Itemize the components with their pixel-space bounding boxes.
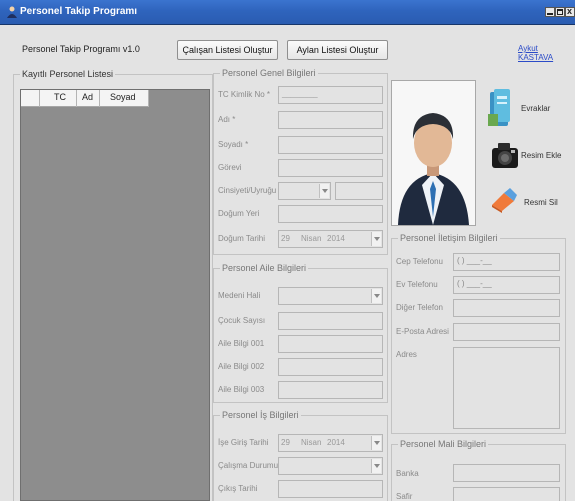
create-monthly-list-button[interactable]: Aylan Listesi Oluştur: [287, 40, 388, 60]
app-version-label: Personel Takip Programı v1.0: [22, 44, 140, 54]
chevron-down-icon: [371, 436, 381, 450]
salary-label: Safir: [396, 492, 413, 501]
surname-label: Soyadı *: [218, 140, 249, 149]
birthdate-year: 2014: [327, 234, 345, 243]
chevron-down-icon: [319, 184, 329, 198]
marital-status-label: Medeni Hali: [218, 291, 261, 300]
mobile-phone-label: Cep Telefonu: [396, 257, 443, 266]
birthplace-input[interactable]: [278, 205, 383, 223]
work-info-title: Personel İş Bilgileri: [220, 410, 301, 420]
documents-icon[interactable]: [488, 88, 512, 128]
birthdate-day: 29: [281, 234, 290, 243]
minimize-button[interactable]: [545, 7, 555, 17]
person-avatar-icon: [398, 113, 469, 225]
chevron-down-icon: [371, 232, 381, 246]
mobile-phone-mask: ( ) ___-__: [457, 256, 492, 265]
add-photo-label[interactable]: Resim Ekle: [521, 151, 561, 160]
work-status-label: Çalışma Durumu: [218, 461, 279, 470]
start-date-month: Nisan: [301, 438, 322, 447]
column-header-surname[interactable]: Soyad: [110, 92, 136, 102]
name-input[interactable]: [278, 111, 383, 129]
address-label: Adres: [396, 350, 417, 359]
other-phone-input[interactable]: [453, 299, 560, 317]
bank-input[interactable]: [453, 464, 560, 482]
general-info-title: Personel Genel Bilgileri: [220, 68, 318, 78]
address-textarea[interactable]: [453, 347, 560, 429]
family-info-title: Personel Aile Bilgileri: [220, 263, 309, 273]
bank-label: Banka: [396, 469, 419, 478]
family-info-3-label: Aile Bilgi 003: [218, 385, 265, 394]
duty-label: Görevi: [218, 163, 242, 172]
gender-nationality-label: Cinsiyeti/Uyruğu: [218, 186, 277, 195]
close-button[interactable]: [565, 6, 575, 17]
family-info-2-input[interactable]: [278, 358, 383, 376]
birthplace-label: Doğum Yeri: [218, 209, 260, 218]
title-bar[interactable]: Personel Takip Programı: [0, 0, 575, 25]
surname-input[interactable]: [278, 136, 383, 154]
start-date-day: 29: [281, 438, 290, 447]
home-phone-mask: ( ) ___-__: [457, 279, 492, 288]
personnel-photo: [391, 80, 476, 226]
delete-photo-label[interactable]: Resmi Sil: [524, 198, 558, 207]
financial-info-title: Personel Mali Bilgileri: [398, 439, 489, 449]
column-header-tc[interactable]: TC: [54, 92, 66, 102]
nationality-input[interactable]: [335, 182, 383, 200]
maximize-button[interactable]: [555, 7, 565, 17]
birthdate-picker[interactable]: 29 Nisan 2014: [278, 230, 383, 248]
home-phone-label: Ev Telefonu: [396, 280, 438, 289]
home-phone-input[interactable]: ( ) ___-__: [453, 276, 560, 294]
name-label: Adı *: [218, 115, 236, 124]
end-date-label: Çıkış Tarihi: [218, 484, 258, 493]
birthdate-month: Nisan: [301, 234, 322, 243]
salary-input[interactable]: [453, 487, 560, 501]
contact-info-title: Personel İletişim Bilgileri: [398, 233, 500, 243]
tc-mask: ________: [282, 89, 318, 98]
tc-input[interactable]: ________: [278, 86, 383, 104]
start-date-year: 2014: [327, 438, 345, 447]
create-employee-list-button[interactable]: Çalışan Listesi Oluştur: [177, 40, 278, 60]
start-date-picker[interactable]: 29 Nisan 2014: [278, 434, 383, 452]
mobile-phone-input[interactable]: ( ) ___-__: [453, 253, 560, 271]
family-info-1-label: Aile Bilgi 001: [218, 339, 265, 348]
start-date-label: İşe Giriş Tarihi: [218, 438, 269, 447]
column-header-name[interactable]: Ad: [82, 92, 93, 102]
children-count-label: Çocuk Sayısı: [218, 316, 266, 325]
birthdate-label: Doğum Tarihi: [218, 234, 265, 243]
grid-header: TC Ad Soyad: [21, 90, 149, 107]
main-window: Personel Takip Programı Personel Takip P…: [0, 0, 575, 501]
email-input[interactable]: [453, 323, 560, 341]
registered-personnel-title: Kayıtlı Personel Listesi: [20, 69, 116, 79]
tc-label: TC Kimlik No *: [218, 90, 271, 99]
work-status-select[interactable]: [278, 457, 383, 475]
documents-label[interactable]: Evraklar: [521, 104, 550, 113]
eraser-icon[interactable]: [490, 187, 518, 213]
window-title: Personel Takip Programı: [20, 6, 138, 17]
app-person-icon: [7, 6, 17, 18]
family-info-3-input[interactable]: [278, 381, 383, 399]
end-date-input[interactable]: [278, 480, 383, 498]
gender-select[interactable]: [278, 182, 331, 200]
children-count-input[interactable]: [278, 312, 383, 330]
family-info-1-input[interactable]: [278, 335, 383, 353]
duty-input[interactable]: [278, 159, 383, 177]
email-label: E-Posta Adresi: [396, 327, 449, 336]
other-phone-label: Diğer Telefon: [396, 303, 443, 312]
chevron-down-icon: [371, 289, 381, 303]
personnel-grid[interactable]: TC Ad Soyad: [20, 89, 210, 501]
family-info-2-label: Aile Bilgi 002: [218, 362, 265, 371]
marital-status-select[interactable]: [278, 287, 383, 305]
author-link[interactable]: Aykut KASTAVA: [518, 44, 575, 62]
camera-icon[interactable]: [491, 140, 519, 170]
chevron-down-icon: [371, 459, 381, 473]
